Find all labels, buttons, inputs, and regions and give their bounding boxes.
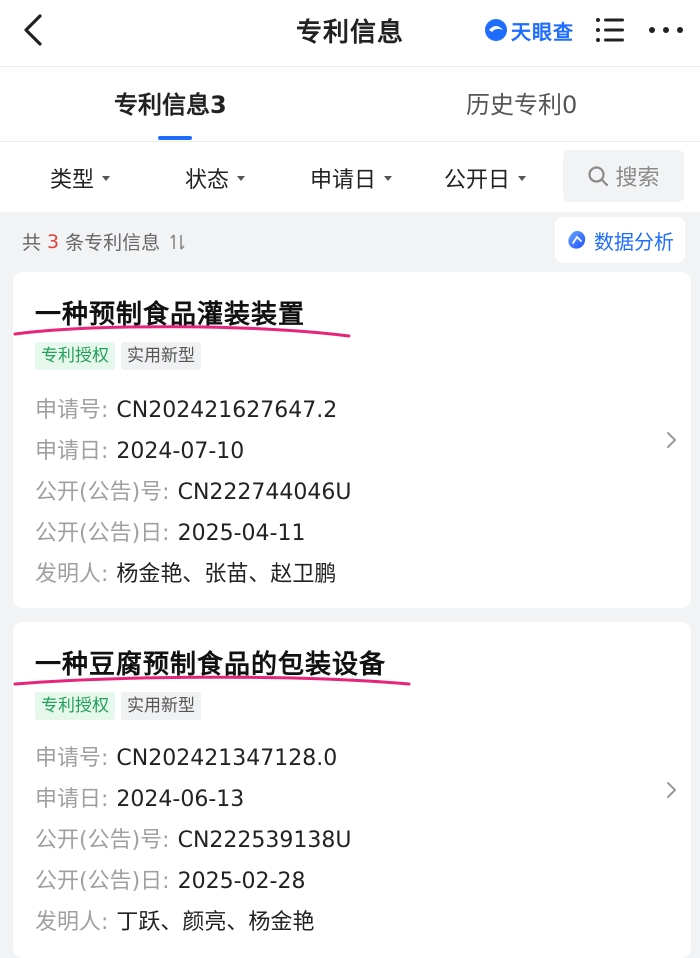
tag-granted: 专利授权 [35, 342, 115, 370]
sort-icon[interactable] [168, 232, 188, 252]
field-inventors: 发明人: 杨金艳、张苗、赵卫鹏 [35, 556, 336, 588]
field-publication-number: 公开(公告)号: CN222539138U [35, 822, 352, 854]
caret-down-icon [518, 175, 527, 181]
tab-patent-info[interactable]: 专利信息3 [114, 85, 227, 120]
summary-suffix: 条专利信息 [65, 232, 161, 254]
result-count: 3 [47, 230, 60, 253]
tag-utility-model: 实用新型 [121, 342, 201, 370]
tab-bar: 专利信息3 历史专利0 [0, 67, 700, 142]
tab-history-patents[interactable]: 历史专利0 [466, 85, 577, 120]
filter-application-date[interactable]: 申请日 [310, 162, 393, 194]
patent-tags: 专利授权 实用新型 [35, 692, 201, 720]
field-inventors: 发明人: 丁跃、颜亮、杨金艳 [35, 904, 314, 936]
chevron-left-icon [24, 14, 42, 46]
field-label: 发明人: [35, 910, 109, 935]
handwritten-underline [13, 675, 411, 686]
app-header: 专利信息 天眼查 [0, 0, 700, 67]
more-dots-icon [649, 27, 683, 33]
field-label: 申请号: [35, 746, 109, 771]
field-value: 杨金艳、张苗、赵卫鹏 [116, 562, 337, 587]
logo-text: 天眼查 [511, 19, 574, 44]
field-publication-date: 公开(公告)日: 2025-04-11 [35, 515, 305, 547]
field-value: CN222539138U [177, 828, 352, 853]
chevron-right-icon[interactable] [664, 778, 680, 802]
filter-application-date-label: 申请日 [310, 168, 377, 193]
active-tab-indicator [158, 136, 192, 140]
field-label: 公开(公告)日: [35, 521, 170, 546]
filter-publication-date[interactable]: 公开日 [444, 162, 527, 194]
analysis-icon [568, 231, 586, 249]
summary-prefix: 共 [22, 232, 42, 254]
summary-row: 共 3 条专利信息 数据分析 [0, 213, 700, 269]
list-icon [596, 18, 624, 42]
logo-mark-icon [485, 19, 507, 41]
field-application-date: 申请日: 2024-07-10 [35, 433, 244, 465]
chevron-right-icon[interactable] [664, 428, 680, 452]
filter-publication-date-label: 公开日 [444, 168, 511, 193]
data-analysis-button[interactable]: 数据分析 [555, 217, 685, 263]
handwritten-underline [13, 325, 351, 338]
filter-type[interactable]: 类型 [50, 162, 111, 194]
field-label: 公开(公告)号: [35, 828, 170, 853]
field-label: 申请号: [35, 398, 109, 423]
search-button[interactable]: 搜索 [563, 150, 684, 202]
field-label: 公开(公告)日: [35, 869, 170, 894]
field-value: 2024-07-10 [116, 439, 245, 464]
result-summary: 共 3 条专利信息 [22, 228, 188, 255]
filter-status-label: 状态 [185, 168, 230, 193]
field-publication-number: 公开(公告)号: CN222744046U [35, 474, 352, 506]
tag-granted: 专利授权 [35, 692, 115, 720]
menu-button[interactable] [592, 12, 628, 48]
tianyancha-logo: 天眼查 [484, 14, 574, 46]
field-application-number: 申请号: CN202421627647.2 [35, 392, 337, 424]
field-value: 丁跃、颜亮、杨金艳 [116, 910, 315, 935]
caret-down-icon [102, 175, 111, 181]
patent-tags: 专利授权 实用新型 [35, 342, 201, 370]
filter-bar: 类型 状态 申请日 公开日 搜索 [0, 142, 700, 212]
field-publication-date: 公开(公告)日: 2025-02-28 [35, 863, 305, 895]
field-application-number: 申请号: CN202421347128.0 [35, 740, 337, 772]
caret-down-icon [237, 175, 246, 181]
field-value: CN222744046U [177, 480, 352, 505]
field-label: 申请日: [35, 787, 109, 812]
patent-card[interactable]: 一种豆腐预制食品的包装设备 专利授权 实用新型 申请号: CN2024213471… [13, 622, 691, 958]
filter-status[interactable]: 状态 [185, 162, 246, 194]
field-label: 申请日: [35, 439, 109, 464]
patent-card[interactable]: 一种预制食品灌装装置 专利授权 实用新型 申请号: CN202421627647.… [13, 272, 691, 608]
field-value: CN202421347128.0 [116, 746, 338, 771]
filter-type-label: 类型 [50, 168, 95, 193]
field-value: CN202421627647.2 [116, 398, 338, 423]
search-label: 搜索 [615, 166, 660, 191]
search-icon [588, 166, 609, 187]
more-button[interactable] [644, 12, 688, 48]
field-value: 2024-06-13 [116, 787, 245, 812]
field-value: 2025-04-11 [177, 521, 306, 546]
field-label: 公开(公告)号: [35, 480, 170, 505]
back-button[interactable] [14, 8, 54, 52]
field-label: 发明人: [35, 562, 109, 587]
caret-down-icon [384, 175, 393, 181]
data-analysis-label: 数据分析 [594, 229, 674, 254]
tag-utility-model: 实用新型 [121, 692, 201, 720]
field-application-date: 申请日: 2024-06-13 [35, 781, 244, 813]
field-value: 2025-02-28 [177, 869, 306, 894]
